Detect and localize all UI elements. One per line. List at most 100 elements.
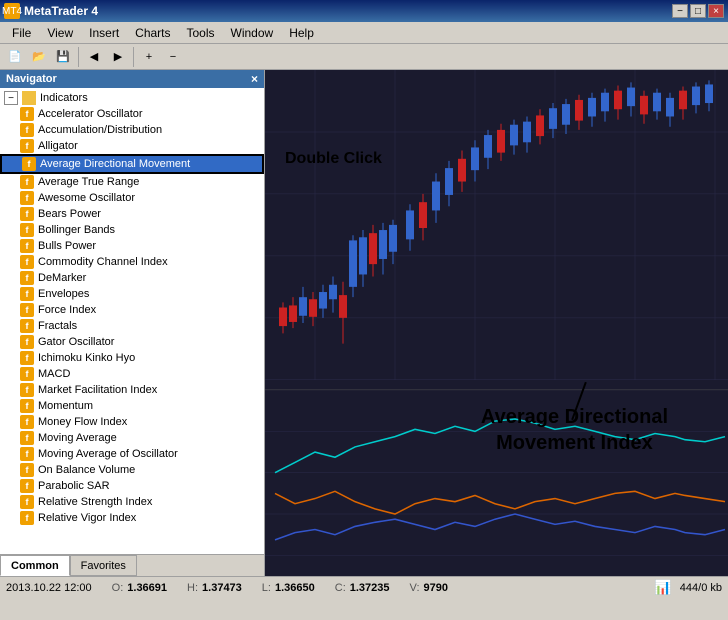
separator2: [133, 47, 134, 67]
indicator-force[interactable]: f Force Index: [0, 302, 264, 318]
expand-icon[interactable]: −: [4, 91, 18, 105]
indicator-atr[interactable]: f Average True Range: [0, 174, 264, 190]
volume-label: V:: [410, 582, 420, 594]
indicator-accelerator[interactable]: f Accelerator Oscillator: [0, 106, 264, 122]
navigator-title: Navigator: [6, 73, 57, 85]
indicator-icon: f: [20, 431, 34, 445]
main-area: Navigator × − Indicators f Accelerator O…: [0, 70, 728, 576]
title-bar: MT4 MetaTrader 4 − □ ×: [0, 0, 728, 22]
root-label: Indicators: [40, 92, 88, 104]
indicator-icon: f: [20, 479, 34, 493]
indicator-icon: f: [20, 415, 34, 429]
menu-help[interactable]: Help: [281, 24, 322, 42]
indicator-fractals[interactable]: f Fractals: [0, 318, 264, 334]
navigator-tabs: Common Favorites: [0, 554, 264, 576]
indicator-cci[interactable]: f Commodity Channel Index: [0, 254, 264, 270]
indicator-icon: f: [20, 351, 34, 365]
toolbar-zoom-out[interactable]: −: [162, 46, 184, 68]
navigator-close-button[interactable]: ×: [251, 72, 258, 86]
indicator-icon: f: [22, 157, 36, 171]
tab-common[interactable]: Common: [0, 555, 70, 576]
indicator-bollinger[interactable]: f Bollinger Bands: [0, 222, 264, 238]
status-open: O: 1.36691: [112, 582, 167, 594]
indicator-macd[interactable]: f MACD: [0, 366, 264, 382]
menu-file[interactable]: File: [4, 24, 39, 42]
datetime-value: 2013.10.22 12:00: [6, 582, 92, 594]
menu-window[interactable]: Window: [223, 24, 282, 42]
navigator-panel: Navigator × − Indicators f Accelerator O…: [0, 70, 265, 576]
indicator-icon: f: [20, 287, 34, 301]
close-button[interactable]: ×: [708, 4, 724, 18]
indicator-ma[interactable]: f Moving Average: [0, 430, 264, 446]
navigator-header: Navigator ×: [0, 70, 264, 88]
toolbar-zoom-in[interactable]: +: [138, 46, 160, 68]
status-volume: V: 9790: [410, 582, 448, 594]
status-close: C: 1.37235: [335, 582, 390, 594]
indicator-adm[interactable]: f Average Directional Movement: [0, 154, 264, 174]
minimize-button[interactable]: −: [672, 4, 688, 18]
indicator-mao[interactable]: f Moving Average of Oscillator: [0, 446, 264, 462]
status-high: H: 1.37473: [187, 582, 242, 594]
toolbar-open[interactable]: 📂: [28, 46, 50, 68]
indicator-icon: f: [20, 239, 34, 253]
indicator-moneyflow[interactable]: f Money Flow Index: [0, 414, 264, 430]
indicator-obv[interactable]: f On Balance Volume: [0, 462, 264, 478]
indicator-icon: f: [20, 303, 34, 317]
indicator-psar[interactable]: f Parabolic SAR: [0, 478, 264, 494]
tree-root-indicators[interactable]: − Indicators: [0, 90, 264, 106]
low-label: L:: [262, 582, 271, 594]
menu-tools[interactable]: Tools: [179, 24, 223, 42]
indicator-icon: f: [20, 139, 34, 153]
indicator-momentum[interactable]: f Momentum: [0, 398, 264, 414]
indicator-awesome[interactable]: f Awesome Oscillator: [0, 190, 264, 206]
indicator-bulls[interactable]: f Bulls Power: [0, 238, 264, 254]
indicator-icon: f: [20, 399, 34, 413]
navigator-tree[interactable]: − Indicators f Accelerator Oscillator f …: [0, 88, 264, 554]
title-bar-controls: − □ ×: [672, 4, 724, 18]
menu-charts[interactable]: Charts: [127, 24, 178, 42]
open-label: O:: [112, 582, 124, 594]
high-label: H:: [187, 582, 198, 594]
indicator-icon: f: [20, 447, 34, 461]
menu-bar: File View Insert Charts Tools Window Hel…: [0, 22, 728, 44]
close-label: C:: [335, 582, 346, 594]
indicator-demarker[interactable]: f DeMarker: [0, 270, 264, 286]
indicator-rvi[interactable]: f Relative Vigor Index: [0, 510, 264, 526]
indicator-icon: f: [20, 271, 34, 285]
indicator-bears[interactable]: f Bears Power: [0, 206, 264, 222]
indicator-envelopes[interactable]: f Envelopes: [0, 286, 264, 302]
indicator-icon: f: [20, 175, 34, 189]
indicator-accumulation[interactable]: f Accumulation/Distribution: [0, 122, 264, 138]
menu-insert[interactable]: Insert: [81, 24, 127, 42]
volume-value: 9790: [424, 582, 448, 594]
high-value: 1.37473: [202, 582, 242, 594]
toolbar-forward[interactable]: ▶: [107, 46, 129, 68]
toolbar-back[interactable]: ◀: [83, 46, 105, 68]
indicator-icon: f: [20, 511, 34, 525]
tab-favorites[interactable]: Favorites: [70, 555, 137, 576]
chart-area[interactable]: Double Click Average Directional Movemen…: [265, 70, 728, 576]
indicator-icon: f: [20, 207, 34, 221]
indicator-ichimoku[interactable]: f Ichimoku Kinko Hyo: [0, 350, 264, 366]
indicator-icon: f: [20, 367, 34, 381]
low-value: 1.36650: [275, 582, 315, 594]
indicator-icon: f: [20, 107, 34, 121]
indicator-rsi[interactable]: f Relative Strength Index: [0, 494, 264, 510]
toolbar: 📄 📂 💾 ◀ ▶ + −: [0, 44, 728, 70]
menu-view[interactable]: View: [39, 24, 81, 42]
toolbar-new[interactable]: 📄: [4, 46, 26, 68]
status-low: L: 1.36650: [262, 582, 315, 594]
bar-chart-icon: 📊: [654, 579, 671, 596]
indicator-icon: f: [20, 495, 34, 509]
indicator-gator[interactable]: f Gator Oscillator: [0, 334, 264, 350]
status-bar: 2013.10.22 12:00 O: 1.36691 H: 1.37473 L…: [0, 576, 728, 598]
indicator-mfi[interactable]: f Market Facilitation Index: [0, 382, 264, 398]
maximize-button[interactable]: □: [690, 4, 706, 18]
app-icon: MT4: [4, 3, 20, 19]
indicator-icon: f: [20, 383, 34, 397]
indicator-icon: f: [20, 191, 34, 205]
toolbar-save[interactable]: 💾: [52, 46, 74, 68]
indicator-icon: f: [20, 319, 34, 333]
indicator-icon: f: [20, 255, 34, 269]
indicator-alligator[interactable]: f Alligator: [0, 138, 264, 154]
